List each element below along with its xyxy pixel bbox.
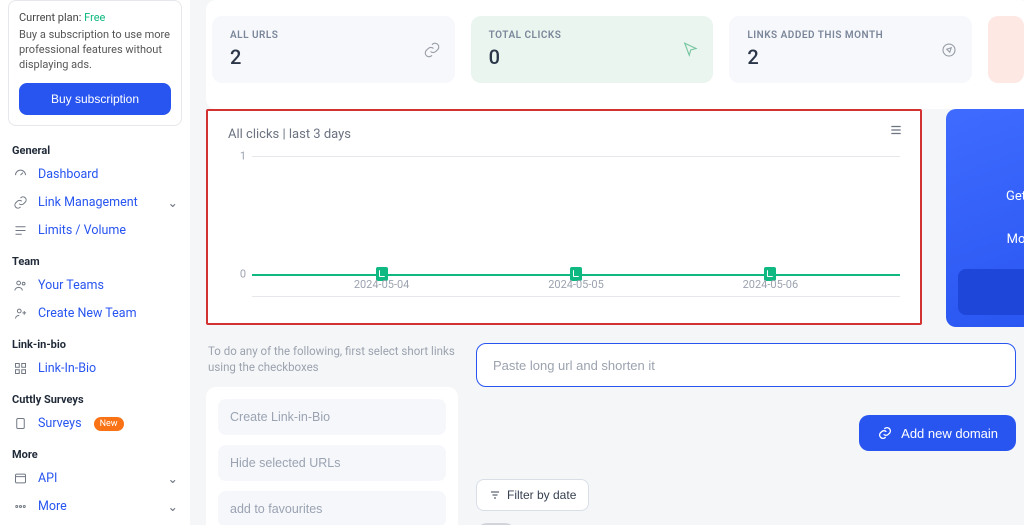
create-linkinbio-button[interactable]: Create Link-in-Bio xyxy=(218,399,446,435)
filter-label: Filter by date xyxy=(507,488,576,502)
stat-all-urls: ALL URLS 2 xyxy=(212,16,455,83)
stat-overflow xyxy=(988,16,1024,83)
plan-card: Current plan: Free Buy a subscription to… xyxy=(8,0,182,126)
filter-by-date-button[interactable]: Filter by date xyxy=(476,479,589,511)
add-favourites-button[interactable]: add to favourites xyxy=(218,491,446,525)
promo-text: Mo xyxy=(1007,232,1024,247)
stat-total-clicks: TOTAL CLICKS 0 xyxy=(471,16,714,83)
add-domain-label: Add new domain xyxy=(901,426,998,441)
stat-value: 2 xyxy=(747,45,954,69)
chart-card: All clicks | last 3 days 1 0 xyxy=(206,109,922,325)
filter-icon xyxy=(489,489,501,501)
sidebar-item-surveys[interactable]: Surveys New xyxy=(0,410,190,438)
code-icon xyxy=(12,471,28,487)
chevron-down-icon: ⌄ xyxy=(168,499,178,515)
promo-cta[interactable] xyxy=(958,269,1024,315)
chevron-down-icon: ⌄ xyxy=(168,195,178,211)
stat-value: 2 xyxy=(230,45,437,69)
sidebar-item-label: Create New Team xyxy=(38,306,137,321)
stat-label: TOTAL CLICKS xyxy=(489,30,696,41)
sidebar-item-label: Your Teams xyxy=(38,278,104,293)
chart-plot: 1 0 2024-05-04 2024-05-05 2024-05-06 xyxy=(228,156,900,296)
dots-icon xyxy=(12,499,28,515)
sidebar-item-label: Link-In-Bio xyxy=(38,361,96,376)
users-icon xyxy=(12,278,28,294)
y-tick: 1 xyxy=(240,150,246,163)
stat-label: ALL URLS xyxy=(230,30,437,41)
link-icon xyxy=(12,195,28,211)
main: ALL URLS 2 TOTAL CLICKS 0 LINKS ADDED TH… xyxy=(190,0,1024,525)
plan-prefix: Current plan: xyxy=(19,11,81,24)
plan-name: Free xyxy=(84,11,105,24)
cursor-icon xyxy=(681,41,699,59)
sidebar-item-label: API xyxy=(38,471,57,486)
sidebar-item-label: Dashboard xyxy=(38,167,98,182)
nav-section-surveys: Cuttly Surveys xyxy=(0,383,190,410)
nav-section-team: Team xyxy=(0,245,190,272)
compass-icon xyxy=(940,41,958,59)
link-icon xyxy=(877,425,893,441)
stat-links-month: LINKS ADDED THIS MONTH 2 xyxy=(729,16,972,83)
bulk-action-hint: To do any of the following, first select… xyxy=(206,343,458,387)
link-icon xyxy=(423,41,441,59)
x-tick: 2024-05-05 xyxy=(548,278,604,291)
chevron-down-icon: ⌄ xyxy=(168,471,178,487)
lines-icon xyxy=(12,223,28,239)
nav-section-linkinbio: Link-in-bio xyxy=(0,328,190,355)
x-tick: 2024-05-06 xyxy=(743,278,799,291)
add-domain-button[interactable]: Add new domain xyxy=(859,415,1016,451)
chart-title: All clicks | last 3 days xyxy=(228,127,900,142)
promo-card[interactable]: Get Mo xyxy=(946,109,1024,327)
sidebar-item-linkinbio[interactable]: Link-In-Bio xyxy=(0,355,190,383)
stat-value: 0 xyxy=(489,45,696,69)
sidebar-item-language[interactable]: EN ⌄ xyxy=(0,521,190,525)
plan-desc: Buy a subscription to use more professio… xyxy=(19,28,171,73)
nav-section-general: General xyxy=(0,134,190,161)
sidebar-item-label: Limits / Volume xyxy=(38,223,126,238)
sidebar-item-label: Link Management xyxy=(38,195,138,210)
hide-urls-button[interactable]: Hide selected URLs xyxy=(218,445,446,481)
sidebar-item-label: Surveys xyxy=(38,416,82,431)
new-badge: New xyxy=(94,417,124,431)
nav-section-more: More xyxy=(0,438,190,465)
grid-icon xyxy=(12,361,28,377)
sidebar-item-more[interactable]: More ⌄ xyxy=(0,493,190,521)
sidebar-item-dashboard[interactable]: Dashboard xyxy=(0,161,190,189)
y-tick: 0 xyxy=(240,268,246,281)
buy-subscription-button[interactable]: Buy subscription xyxy=(19,83,171,115)
chart-menu-icon[interactable] xyxy=(888,123,904,141)
gauge-icon xyxy=(12,167,28,183)
sidebar-item-create-team[interactable]: Create New Team xyxy=(0,300,190,328)
promo-text: Get xyxy=(1006,189,1024,204)
sidebar-item-limits[interactable]: Limits / Volume xyxy=(0,217,190,245)
sidebar: Current plan: Free Buy a subscription to… xyxy=(0,0,190,525)
x-tick: 2024-05-04 xyxy=(354,278,410,291)
stat-label: LINKS ADDED THIS MONTH xyxy=(747,30,954,41)
sidebar-item-api[interactable]: API ⌄ xyxy=(0,465,190,493)
sidebar-item-your-teams[interactable]: Your Teams xyxy=(0,272,190,300)
user-plus-icon xyxy=(12,306,28,322)
stats-row: ALL URLS 2 TOTAL CLICKS 0 LINKS ADDED TH… xyxy=(212,6,1024,99)
shorten-url-input[interactable] xyxy=(476,343,1016,387)
clipboard-icon xyxy=(12,416,28,432)
sidebar-item-link-management[interactable]: Link Management ⌄ xyxy=(0,189,190,217)
sidebar-item-label: More xyxy=(38,499,67,514)
